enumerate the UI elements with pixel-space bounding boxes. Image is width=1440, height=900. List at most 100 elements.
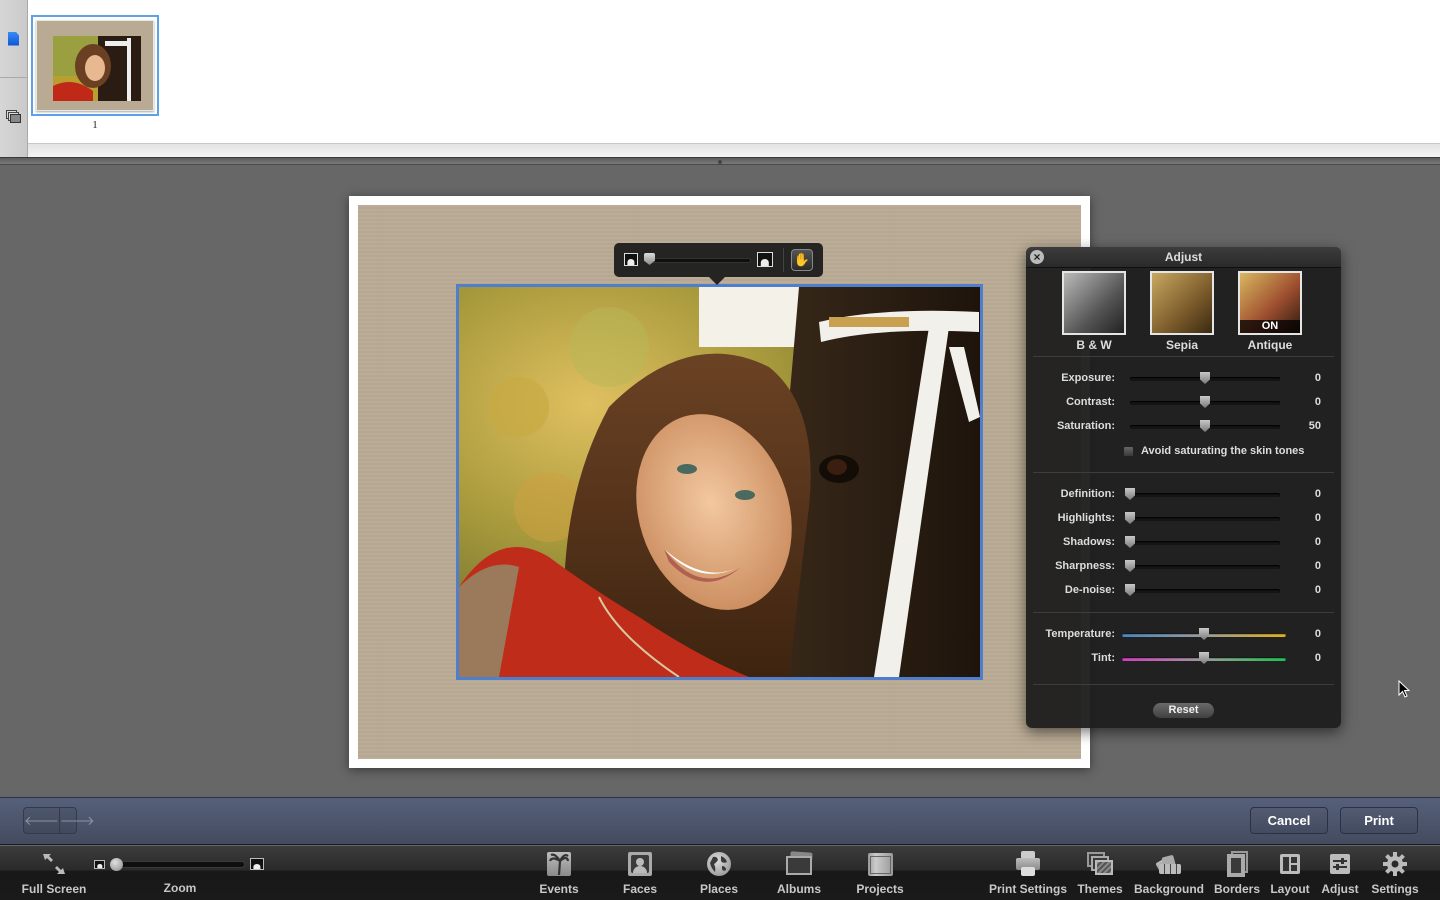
contrast-value: 0 — [1314, 396, 1321, 408]
effect-bw[interactable]: B & W — [1061, 271, 1127, 352]
temperature-label: Temperature: — [1045, 628, 1115, 640]
contrast-knob[interactable] — [1200, 396, 1210, 408]
splitter-handle[interactable] — [718, 160, 722, 164]
page-icon — [8, 31, 19, 46]
borders-button[interactable]: Borders — [1211, 850, 1263, 896]
print-button[interactable]: Print — [1340, 807, 1418, 834]
places-button[interactable]: Places — [689, 850, 749, 896]
background-label: Background — [1133, 882, 1204, 896]
temperature-row: Temperature: 0 — [1026, 625, 1341, 645]
layout-button[interactable]: Layout — [1265, 850, 1315, 896]
contrast-label: Contrast: — [1066, 396, 1115, 408]
definition-row: Definition: 0 — [1026, 485, 1341, 505]
sliders-icon — [1326, 850, 1354, 878]
denoise-row: De-noise: 0 — [1026, 581, 1341, 601]
photo-zoom-slider[interactable] — [647, 258, 751, 263]
saturation-value: 50 — [1308, 420, 1321, 432]
layout-label: Layout — [1270, 882, 1310, 896]
highlights-value: 0 — [1314, 512, 1321, 524]
sharpness-row: Sharpness: 0 — [1026, 557, 1341, 577]
browser-scrollbar[interactable] — [28, 143, 1440, 157]
definition-slider[interactable] — [1130, 493, 1280, 497]
saturation-knob[interactable] — [1200, 420, 1210, 432]
next-page-button[interactable]: 🡒 — [58, 808, 95, 833]
projects-label: Projects — [856, 882, 904, 896]
sharpness-knob[interactable] — [1125, 560, 1135, 572]
settings-label: Settings — [1371, 882, 1419, 896]
shadows-knob[interactable] — [1125, 536, 1135, 548]
previous-page-button[interactable]: 🡐 — [24, 808, 59, 833]
definition-knob[interactable] — [1125, 488, 1135, 500]
background-button[interactable]: Background — [1130, 850, 1208, 896]
palm-tree-icon — [545, 850, 573, 878]
thumbnail-page-number: 1 — [92, 119, 98, 131]
denoise-slider[interactable] — [1130, 589, 1280, 593]
globe-icon — [705, 850, 733, 878]
tint-value: 0 — [1314, 652, 1321, 664]
page-thumbnail[interactable] — [31, 15, 159, 116]
zoom-slider-knob[interactable] — [110, 858, 123, 871]
adjust-label: Adjust — [1321, 882, 1359, 896]
cancel-button[interactable]: Cancel — [1250, 807, 1328, 834]
adjust-button[interactable]: Adjust — [1316, 850, 1364, 896]
tint-label: Tint: — [1091, 652, 1115, 664]
zoom-slider[interactable] — [112, 861, 245, 868]
albums-label: Albums — [776, 882, 821, 896]
themes-button[interactable]: Themes — [1074, 850, 1126, 896]
separator — [1033, 684, 1334, 685]
thumbnail-photo — [53, 36, 141, 101]
zoom-large-icon — [250, 858, 264, 870]
exposure-row: Exposure: 0 — [1026, 369, 1341, 389]
tab-pages[interactable] — [0, 0, 27, 78]
exposure-knob[interactable] — [1200, 372, 1210, 384]
settings-button[interactable]: Settings — [1366, 850, 1424, 896]
effect-antique-preview: ON — [1238, 271, 1302, 335]
full-screen-button[interactable]: Full Screen — [14, 850, 94, 896]
page-nav-group: 🡐 🡒 — [23, 807, 95, 834]
events-button[interactable]: Events — [529, 850, 589, 896]
shadows-value: 0 — [1314, 536, 1321, 548]
highlights-knob[interactable] — [1125, 512, 1135, 524]
small-picture-icon — [624, 253, 638, 266]
tint-row: Tint: 0 — [1026, 649, 1341, 669]
arrow-left-icon: 🡐 — [24, 813, 59, 828]
temperature-value: 0 — [1314, 628, 1321, 640]
pan-hand-button[interactable]: ✋ — [791, 249, 813, 271]
browser-side-tabs — [0, 0, 28, 157]
sharpness-slider[interactable] — [1130, 565, 1280, 569]
bottom-toolbar: Full Screen Zoom Events Faces Places Alb… — [0, 846, 1440, 900]
photo-frame[interactable] — [456, 284, 983, 680]
close-button[interactable]: × — [1030, 250, 1044, 264]
shadows-slider[interactable] — [1130, 541, 1280, 545]
tint-knob[interactable] — [1199, 652, 1209, 664]
photo-zoom-slider-knob[interactable] — [644, 253, 655, 265]
toolbar-divider — [783, 248, 784, 272]
separator — [1033, 356, 1334, 357]
projects-button[interactable]: Projects — [849, 850, 911, 896]
reset-button[interactable]: Reset — [1152, 702, 1215, 719]
albums-button[interactable]: Albums — [769, 850, 829, 896]
tab-photos[interactable] — [0, 78, 27, 156]
swatch-icon — [1155, 850, 1183, 878]
album-icon — [785, 850, 813, 878]
highlights-label: Highlights: — [1057, 512, 1115, 524]
adjust-panel: Adjust × B & W Sepia ON Antique Exposure… — [1026, 247, 1341, 728]
denoise-knob[interactable] — [1125, 584, 1135, 596]
zoom-label: Zoom — [163, 881, 197, 895]
denoise-value: 0 — [1314, 584, 1321, 596]
photo-zoom-toolbar: ✋ — [614, 243, 823, 285]
gear-icon — [1381, 850, 1409, 878]
definition-label: Definition: — [1060, 488, 1115, 500]
temperature-knob[interactable] — [1199, 628, 1209, 640]
effect-sepia[interactable]: Sepia — [1149, 271, 1215, 352]
print-settings-label: Print Settings — [988, 882, 1067, 896]
effect-antique[interactable]: ON Antique — [1237, 271, 1303, 352]
avoid-skin-tones-checkbox[interactable] — [1123, 446, 1134, 457]
print-settings-button[interactable]: Print Settings — [985, 850, 1071, 896]
themes-icon — [1086, 850, 1114, 878]
zoom-small-icon — [94, 860, 105, 869]
definition-value: 0 — [1314, 488, 1321, 500]
highlights-slider[interactable] — [1130, 517, 1280, 521]
faces-button[interactable]: Faces — [610, 850, 670, 896]
pane-splitter[interactable] — [0, 157, 1440, 165]
